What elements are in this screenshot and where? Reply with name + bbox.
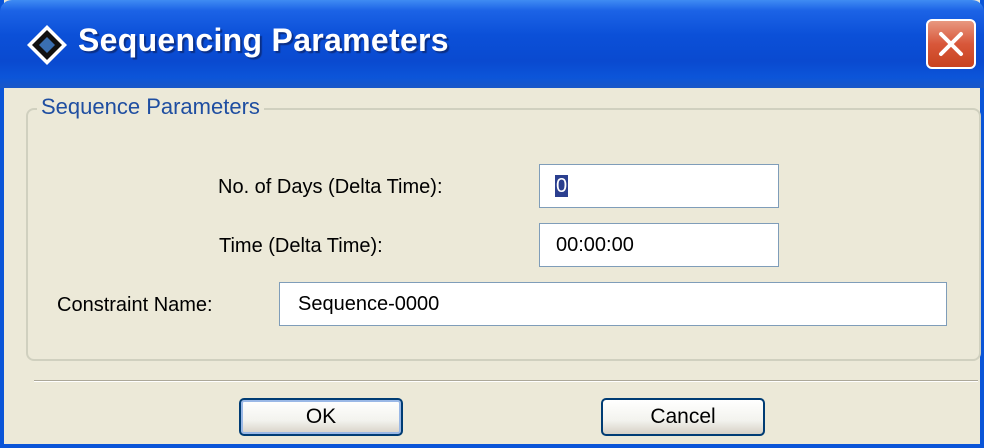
time-field[interactable]: 00:00:00 [539, 223, 779, 267]
ok-button[interactable]: OK [239, 398, 403, 436]
days-label: No. of Days (Delta Time): [218, 176, 443, 198]
separator-highlight [34, 381, 978, 382]
cancel-button[interactable]: Cancel [601, 398, 765, 436]
close-icon [939, 32, 963, 56]
dialog-title: Sequencing Parameters [78, 22, 449, 58]
constraint-name-value: Sequence-0000 [298, 293, 440, 315]
constraint-name-field[interactable]: Sequence-0000 [279, 282, 947, 326]
days-field[interactable]: 0 [539, 164, 779, 208]
group-legend: Sequence Parameters [37, 94, 264, 120]
title-bar[interactable]: Sequencing Parameters [0, 0, 984, 88]
time-value: 00:00:00 [556, 234, 634, 256]
sequencing-parameters-dialog: Sequencing Parameters Sequence Parameter… [0, 0, 984, 448]
constraint-name-label: Constraint Name: [57, 294, 213, 316]
diamond-app-icon [27, 25, 67, 65]
days-value: 0 [555, 175, 569, 197]
time-label: Time (Delta Time): [219, 235, 383, 257]
close-button[interactable] [926, 19, 976, 69]
